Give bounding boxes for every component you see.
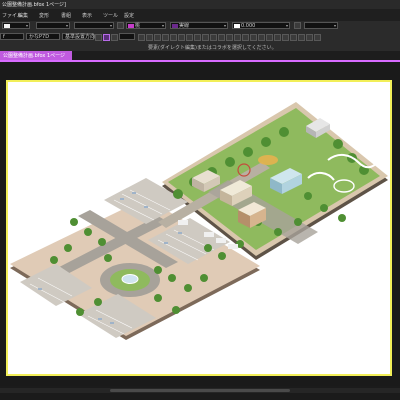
group-icon[interactable] bbox=[154, 34, 161, 41]
paragraph-label: f bbox=[3, 34, 5, 40]
chevron-right-icon[interactable] bbox=[314, 34, 321, 41]
menu-item-tools[interactable]: ツール bbox=[103, 12, 118, 19]
back-icon[interactable] bbox=[178, 34, 185, 41]
line-width-swatch bbox=[234, 24, 240, 28]
line-style-swatch bbox=[172, 24, 178, 28]
grid-icon[interactable] bbox=[218, 34, 225, 41]
opacity-select[interactable]: ▾ bbox=[304, 22, 338, 29]
font-label: かなP7D bbox=[29, 34, 50, 40]
drawing-page[interactable] bbox=[6, 80, 392, 376]
bold-icon[interactable] bbox=[95, 34, 102, 41]
ungroup-icon[interactable] bbox=[162, 34, 169, 41]
document-tab-bar: 公園整備計画.bfox 1ページ bbox=[0, 51, 400, 62]
line-type-select[interactable]: ▾ bbox=[36, 22, 70, 29]
menu-item-view[interactable]: 表示 bbox=[82, 12, 92, 19]
flip-icon[interactable] bbox=[194, 34, 201, 41]
hint-text: 要素(ダイレクト編集)またはコラボを選択してください。 bbox=[148, 45, 277, 51]
stroke-color-select[interactable]: ▾ bbox=[2, 22, 30, 29]
text-icon[interactable] bbox=[266, 34, 273, 41]
menu-item-edit[interactable]: 編集 bbox=[18, 12, 28, 19]
line-width-select[interactable]: 0.000 ▾ bbox=[232, 22, 290, 29]
alignment-select[interactable]: 基準設置方向 bbox=[62, 33, 96, 40]
line-style-label: 実線 bbox=[179, 23, 190, 29]
alignment-label: 基準設置方向 bbox=[65, 34, 96, 40]
drawing-canvas[interactable] bbox=[0, 62, 400, 386]
line-icon[interactable] bbox=[282, 34, 289, 41]
brush-icon[interactable] bbox=[258, 34, 265, 41]
copy-icon[interactable] bbox=[138, 34, 145, 41]
pen-icon[interactable] bbox=[250, 34, 257, 41]
text-color-select[interactable] bbox=[119, 33, 135, 40]
align-icon[interactable] bbox=[111, 34, 118, 41]
gear-icon[interactable] bbox=[117, 22, 124, 29]
font-select[interactable]: かなP7D bbox=[26, 33, 60, 40]
link-icon[interactable] bbox=[306, 34, 313, 41]
lock-icon[interactable] bbox=[202, 34, 209, 41]
menu-item-format[interactable]: 書組 bbox=[61, 12, 71, 19]
fill-color-select[interactable]: 桃 ▾ bbox=[126, 22, 166, 29]
palette-icon[interactable] bbox=[294, 22, 301, 29]
chevron-down-icon: ▾ bbox=[285, 23, 288, 28]
text-frame-icon[interactable] bbox=[103, 34, 110, 41]
fill-color-swatch bbox=[128, 24, 134, 28]
menu-item-transform[interactable]: 変形 bbox=[39, 12, 49, 19]
paragraph-select[interactable]: f bbox=[0, 33, 24, 40]
chevron-down-icon: ▾ bbox=[161, 23, 164, 28]
front-icon[interactable] bbox=[170, 34, 177, 41]
arrow-select[interactable]: ▾ bbox=[74, 22, 114, 29]
chevron-down-icon: ▾ bbox=[223, 23, 226, 28]
horizontal-scrollbar[interactable] bbox=[0, 388, 400, 393]
rotate-icon[interactable] bbox=[186, 34, 193, 41]
chevron-down-icon: ▾ bbox=[65, 23, 68, 28]
line-style-select[interactable]: 実線 ▾ bbox=[170, 22, 228, 29]
shape-icon[interactable] bbox=[274, 34, 281, 41]
park-illustration[interactable] bbox=[8, 82, 390, 374]
chevron-down-icon: ▾ bbox=[25, 23, 28, 28]
chevron-down-icon: ▾ bbox=[109, 23, 112, 28]
tab-document-label: 公園整備計画.bfox 1ページ bbox=[3, 53, 66, 59]
zoom-in-icon[interactable] bbox=[234, 34, 241, 41]
line-width-label: 0.000 bbox=[241, 23, 256, 29]
title-bar: 公園整備計画.bfox 1ページ] bbox=[0, 0, 400, 9]
paste-icon[interactable] bbox=[146, 34, 153, 41]
menu-bar: ファイル 編集 変形 書組 表示 ツール 設定 bbox=[0, 9, 400, 21]
window-title: 公園整備計画.bfox 1ページ] bbox=[2, 2, 67, 8]
chevron-down-icon: ▾ bbox=[333, 23, 336, 28]
measure-icon[interactable] bbox=[290, 34, 297, 41]
scrollbar-thumb[interactable] bbox=[110, 389, 290, 392]
unlock-icon[interactable] bbox=[210, 34, 217, 41]
image-icon[interactable] bbox=[298, 34, 305, 41]
stroke-color-swatch bbox=[4, 24, 10, 28]
snap-icon[interactable] bbox=[226, 34, 233, 41]
fill-color-label: 桃 bbox=[135, 23, 141, 29]
zoom-out-icon[interactable] bbox=[242, 34, 249, 41]
menu-item-settings[interactable]: 設定 bbox=[124, 12, 134, 19]
tab-document[interactable]: 公園整備計画.bfox 1ページ bbox=[0, 51, 72, 60]
